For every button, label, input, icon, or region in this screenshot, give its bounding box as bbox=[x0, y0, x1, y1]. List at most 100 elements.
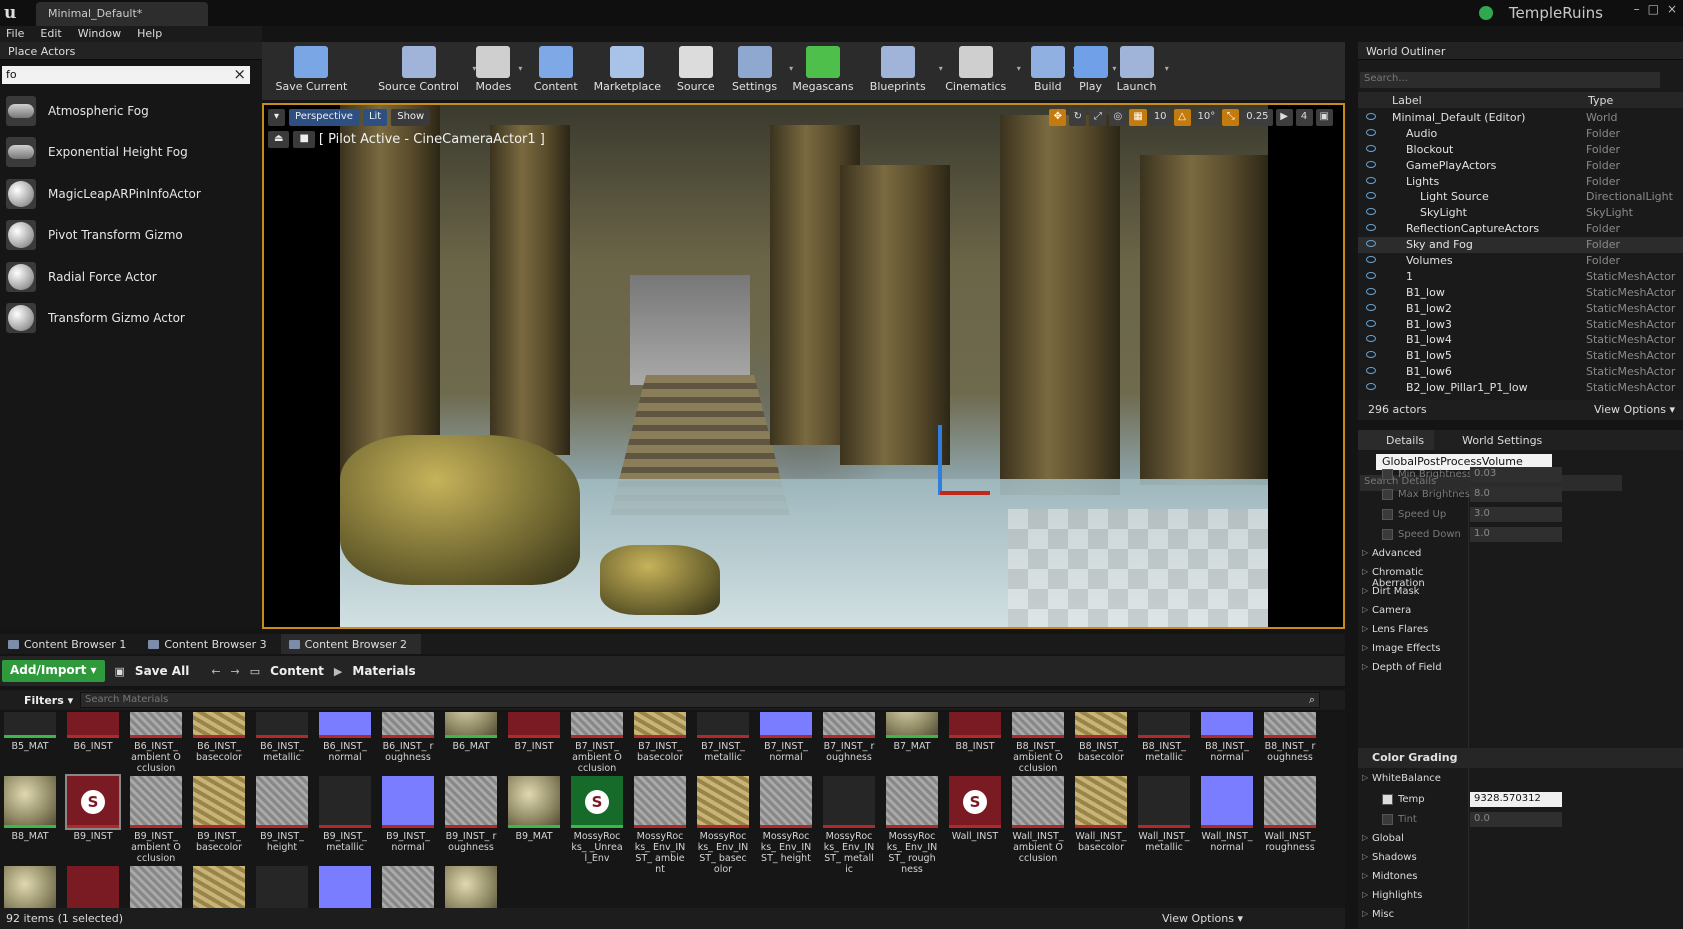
visibility-eye-icon[interactable] bbox=[1366, 367, 1376, 375]
asset-tile[interactable]: B6_INST_ roughness bbox=[382, 712, 434, 774]
tab-details[interactable]: Details bbox=[1358, 430, 1435, 450]
scale-snap-value[interactable]: 0.25 bbox=[1242, 109, 1273, 126]
asset-tile[interactable]: B5_MAT bbox=[4, 712, 56, 774]
launch-button[interactable]: Launch ▾ bbox=[1112, 42, 1169, 93]
outliner-row[interactable]: Volumes Folder bbox=[1358, 253, 1683, 269]
actor-item[interactable]: Atmospheric Fog bbox=[0, 90, 262, 132]
asset-tile[interactable]: B8_INST_ ambient Occlusion bbox=[1012, 712, 1064, 774]
visibility-eye-icon[interactable] bbox=[1366, 271, 1376, 279]
scale-snap-icon[interactable]: ⤡ bbox=[1222, 109, 1240, 126]
add-import-button[interactable]: Add/Import ▾ bbox=[2, 660, 105, 682]
back-arrow-icon[interactable]: ← bbox=[211, 665, 220, 678]
actor-item[interactable]: Transform Gizmo Actor bbox=[0, 298, 262, 340]
source-button[interactable]: Source bbox=[672, 42, 720, 93]
asset-tile[interactable]: B8_INST bbox=[949, 712, 1001, 774]
modes-button[interactable]: Modes ▾ bbox=[472, 42, 522, 93]
asset-tile[interactable]: B6_INST_ ambient Occlusion bbox=[130, 712, 182, 774]
asset-tile[interactable]: MossyRocks_ Env_INST_ height bbox=[760, 776, 812, 875]
breadcrumb-materials[interactable]: Materials bbox=[352, 664, 415, 678]
details-section[interactable]: Chromatic Aberration bbox=[1358, 564, 1468, 589]
asset-tile[interactable]: B7_INST_ ambient Occlusion bbox=[571, 712, 623, 774]
visibility-eye-icon[interactable] bbox=[1366, 208, 1376, 216]
clear-search-icon[interactable]: × bbox=[233, 65, 246, 83]
outliner-view-options-button[interactable]: View Options ▾ bbox=[1594, 403, 1675, 416]
menu-edit[interactable]: Edit bbox=[40, 26, 61, 42]
outliner-row[interactable]: 1 StaticMeshActor bbox=[1358, 269, 1683, 285]
megascans-button[interactable]: Megascans bbox=[789, 42, 857, 93]
asset-tile[interactable]: B6_INST_ normal bbox=[319, 712, 371, 774]
forward-arrow-icon[interactable]: → bbox=[231, 665, 240, 678]
color-grading-section[interactable]: Global bbox=[1358, 830, 1468, 849]
outliner-row[interactable]: Audio Folder bbox=[1358, 126, 1683, 142]
outliner-search-input[interactable]: Search... bbox=[1360, 72, 1660, 88]
column-type[interactable]: Type bbox=[1588, 94, 1613, 107]
override-checkbox[interactable] bbox=[1382, 509, 1393, 520]
eject-pilot-button[interactable]: ⏏ bbox=[268, 131, 290, 148]
asset-tile[interactable]: B9_INST_ basecolor bbox=[193, 776, 245, 875]
maximize-viewport-icon[interactable]: ▣ bbox=[1315, 109, 1333, 126]
asset-tile[interactable] bbox=[319, 866, 371, 908]
asset-tile[interactable]: B7_INST_ normal bbox=[760, 712, 812, 774]
content-button[interactable]: Content bbox=[528, 42, 583, 93]
asset-tile[interactable]: MossyRocks_ Env_INST_ ambient bbox=[634, 776, 686, 875]
column-label[interactable]: Label bbox=[1392, 94, 1422, 107]
visibility-eye-icon[interactable] bbox=[1366, 224, 1376, 232]
visibility-eye-icon[interactable] bbox=[1366, 319, 1376, 327]
asset-tile[interactable]: B8_INST_ metallic bbox=[1138, 712, 1190, 774]
cinematics-button[interactable]: Cinematics ▾ bbox=[939, 42, 1021, 93]
play-button[interactable]: Play ▾ bbox=[1073, 42, 1116, 93]
place-actors-search-input[interactable]: fo × bbox=[2, 65, 250, 84]
perspective-button[interactable]: Perspective bbox=[289, 109, 359, 126]
outliner-row[interactable]: B1_low StaticMeshActor bbox=[1358, 285, 1683, 301]
save-current-button[interactable]: Save Current bbox=[268, 42, 355, 93]
details-section[interactable]: Image Effects bbox=[1358, 640, 1468, 659]
property-value-input[interactable]: 3.0 bbox=[1470, 507, 1562, 522]
asset-tile[interactable]: MossyRocks_ Env_INST_ basecolor bbox=[697, 776, 749, 875]
actor-item[interactable]: MagicLeapARPinInfoActor bbox=[0, 173, 262, 215]
visibility-eye-icon[interactable] bbox=[1366, 192, 1376, 200]
color-grading-section[interactable]: Highlights bbox=[1358, 887, 1468, 906]
blueprints-button[interactable]: Blueprints ▾ bbox=[861, 42, 943, 93]
details-section[interactable]: Camera bbox=[1358, 602, 1468, 621]
color-grading-section[interactable]: Midtones bbox=[1358, 868, 1468, 887]
asset-tile[interactable]: B8_INST_ basecolor bbox=[1075, 712, 1127, 774]
property-value-input[interactable]: 1.0 bbox=[1470, 527, 1562, 542]
asset-tile[interactable]: MossyRocks_ Env_INST_ roughness bbox=[886, 776, 938, 875]
visibility-eye-icon[interactable] bbox=[1366, 335, 1376, 343]
menu-window[interactable]: Window bbox=[78, 26, 121, 42]
outliner-row[interactable]: Sky and Fog Folder bbox=[1358, 237, 1683, 254]
dropdown-arrow-icon[interactable]: ▾ bbox=[518, 64, 522, 73]
temp-checkbox[interactable] bbox=[1382, 794, 1393, 805]
viewport-options-button[interactable]: ▾ bbox=[268, 109, 286, 126]
close-button[interactable]: × bbox=[1667, 2, 1677, 16]
gizmo-z-axis[interactable] bbox=[938, 425, 942, 495]
world-local-icon[interactable]: ◎ bbox=[1109, 109, 1127, 126]
asset-tile[interactable]: B6_MAT bbox=[445, 712, 497, 774]
outliner-row[interactable]: Minimal_Default (Editor) World bbox=[1358, 110, 1683, 126]
outliner-row[interactable]: B1_low5 StaticMeshActor bbox=[1358, 348, 1683, 364]
actor-item[interactable]: Exponential Height Fog bbox=[0, 132, 262, 174]
scale-mode-icon[interactable]: ⤢ bbox=[1089, 109, 1107, 126]
asset-tile[interactable] bbox=[130, 866, 182, 908]
asset-tile[interactable]: B6_INST_ basecolor bbox=[193, 712, 245, 774]
minimize-button[interactable]: – bbox=[1634, 2, 1640, 16]
tint-value-input[interactable]: 0.0 bbox=[1470, 812, 1562, 827]
dropdown-arrow-icon[interactable]: ▾ bbox=[1165, 64, 1169, 73]
visibility-eye-icon[interactable] bbox=[1366, 383, 1376, 391]
asset-tile[interactable]: S B9_INST bbox=[65, 774, 121, 875]
asset-tile[interactable] bbox=[256, 866, 308, 908]
asset-tile[interactable]: B9_INST_ normal bbox=[382, 776, 434, 875]
outliner-row[interactable]: Light Source DirectionalLight bbox=[1358, 189, 1683, 205]
marketplace-button[interactable]: Marketplace bbox=[587, 42, 667, 93]
outliner-row[interactable]: B1_low6 StaticMeshActor bbox=[1358, 364, 1683, 380]
section-white-balance[interactable]: WhiteBalance bbox=[1358, 770, 1468, 789]
breadcrumb-content[interactable]: Content bbox=[270, 664, 324, 678]
level-viewport[interactable]: ▾ Perspective Lit Show ⏏ ■ [ Pilot Activ… bbox=[262, 103, 1345, 629]
outliner-row[interactable]: B2_low_Pillar1_P1_low StaticMeshActor bbox=[1358, 380, 1683, 396]
asset-tile[interactable]: B7_INST_ roughness bbox=[823, 712, 875, 774]
asset-tile[interactable] bbox=[445, 866, 497, 908]
tab-content-browser-1[interactable]: Content Browser 1 bbox=[0, 634, 140, 654]
section-advanced[interactable]: Advanced bbox=[1358, 545, 1468, 564]
asset-tile[interactable]: B9_INST_ metallic bbox=[319, 776, 371, 875]
source-control-button[interactable]: Source Control ▾ bbox=[369, 42, 476, 93]
